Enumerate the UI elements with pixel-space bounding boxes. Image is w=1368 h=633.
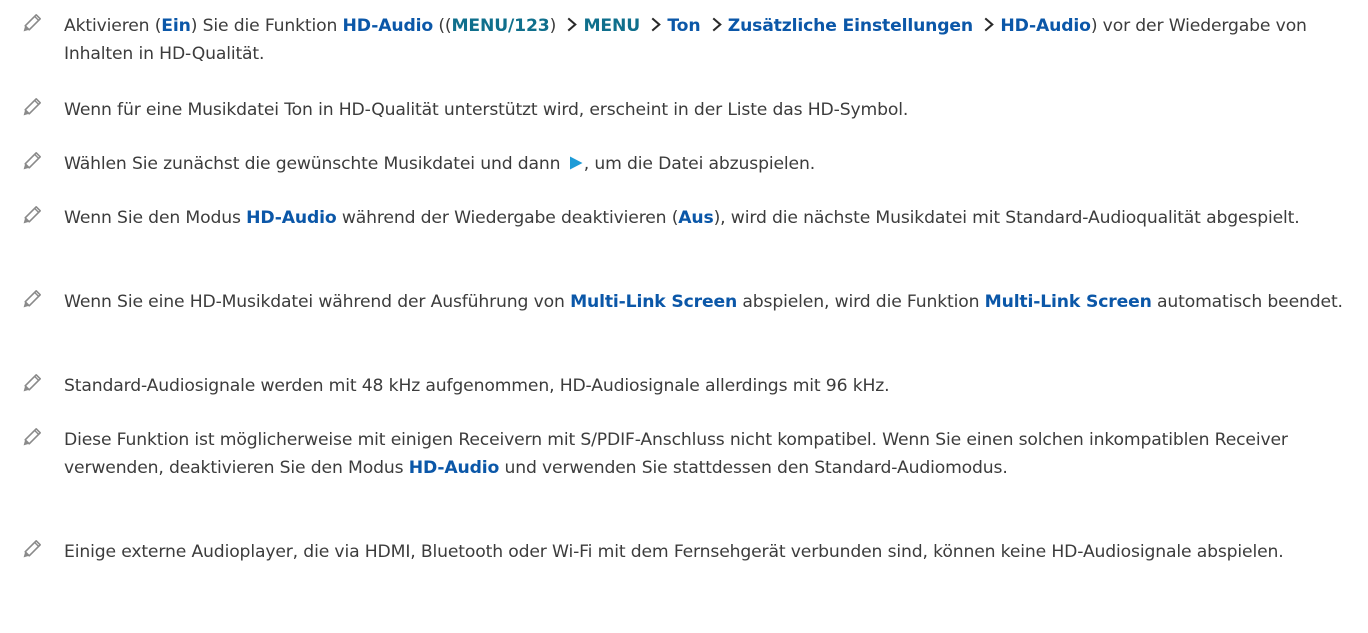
- note-text-run: und verwenden Sie stattdessen den Standa…: [499, 458, 1008, 478]
- highlight-term: MENU: [583, 16, 641, 36]
- note-text-run: ) Sie die Funktion: [190, 16, 343, 36]
- highlight-term: HD-Audio: [246, 208, 337, 228]
- note-text: Wenn Sie den Modus HD-Audio während der …: [64, 204, 1354, 232]
- note-text: Standard-Audiosignale werden mit 48 kHz …: [64, 372, 1354, 400]
- chevron-right-icon: [712, 17, 722, 32]
- highlight-term: MENU/123: [451, 16, 550, 36]
- highlight-term: Zusätzliche Einstellungen: [727, 16, 974, 36]
- highlight-term: Multi-Link Screen: [570, 292, 738, 312]
- highlight-term: Ton: [667, 16, 701, 36]
- note-text-run: , um die Datei abzuspielen.: [583, 154, 816, 174]
- pencil-icon: [23, 98, 41, 116]
- highlight-term: Ein: [161, 16, 191, 36]
- note-text: Wählen Sie zunächst die gewünschte Musik…: [64, 150, 1354, 178]
- note-text: Aktivieren (Ein) Sie die Funktion HD-Aud…: [64, 12, 1354, 68]
- note-text-run: Wenn Sie den Modus: [64, 208, 247, 228]
- note-text-run: [973, 16, 978, 36]
- note-text-run: während der Wiedergabe deaktivieren (: [336, 208, 679, 228]
- note-text-run: [640, 16, 645, 36]
- highlight-term: HD-Audio: [1000, 16, 1091, 36]
- note-text-run: Wählen Sie zunächst die gewünschte Musik…: [64, 154, 566, 174]
- highlight-term: Multi-Link Screen: [984, 292, 1152, 312]
- note-text-run: Einige externe Audioplayer, die via HDMI…: [64, 542, 1284, 562]
- pencil-icon: [23, 428, 41, 446]
- note-text-run: [700, 16, 705, 36]
- note-text-run: Standard-Audiosignale werden mit 48 kHz …: [64, 376, 890, 396]
- note-text: Diese Funktion ist möglicherweise mit ei…: [64, 426, 1354, 482]
- highlight-term: HD-Audio: [342, 16, 434, 36]
- play-icon: [569, 156, 583, 170]
- pencil-icon: [23, 540, 41, 558]
- note-text-run: ), wird die nächste Musikdatei mit Stand…: [713, 208, 1300, 228]
- pencil-icon: [23, 290, 41, 308]
- chevron-right-icon: [651, 17, 662, 32]
- chevron-right-icon: [984, 17, 995, 32]
- highlight-term: HD-Audio: [408, 458, 500, 478]
- note-text-run: Wenn Sie eine HD-Musikdatei während der …: [64, 292, 571, 312]
- note-text-run: Aktivieren (: [64, 16, 162, 36]
- note-text-run: ): [549, 16, 562, 36]
- note-text: Wenn für eine Musikdatei Ton in HD-Quali…: [64, 96, 1354, 124]
- note-text: Wenn Sie eine HD-Musikdatei während der …: [64, 288, 1354, 316]
- pencil-icon: [23, 152, 41, 170]
- note-text-run: abspielen, wird die Funktion: [737, 292, 985, 312]
- note-text-run: automatisch beendet.: [1151, 292, 1343, 312]
- highlight-term: Aus: [678, 208, 714, 228]
- chevron-right-icon: [568, 17, 578, 32]
- note-text-run: Wenn für eine Musikdatei Ton in HD-Quali…: [64, 100, 909, 120]
- pencil-icon: [23, 206, 41, 224]
- pencil-icon: [23, 14, 41, 32]
- pencil-icon: [23, 374, 41, 392]
- note-text: Einige externe Audioplayer, die via HDMI…: [64, 538, 1354, 566]
- note-text-run: ((: [433, 16, 452, 36]
